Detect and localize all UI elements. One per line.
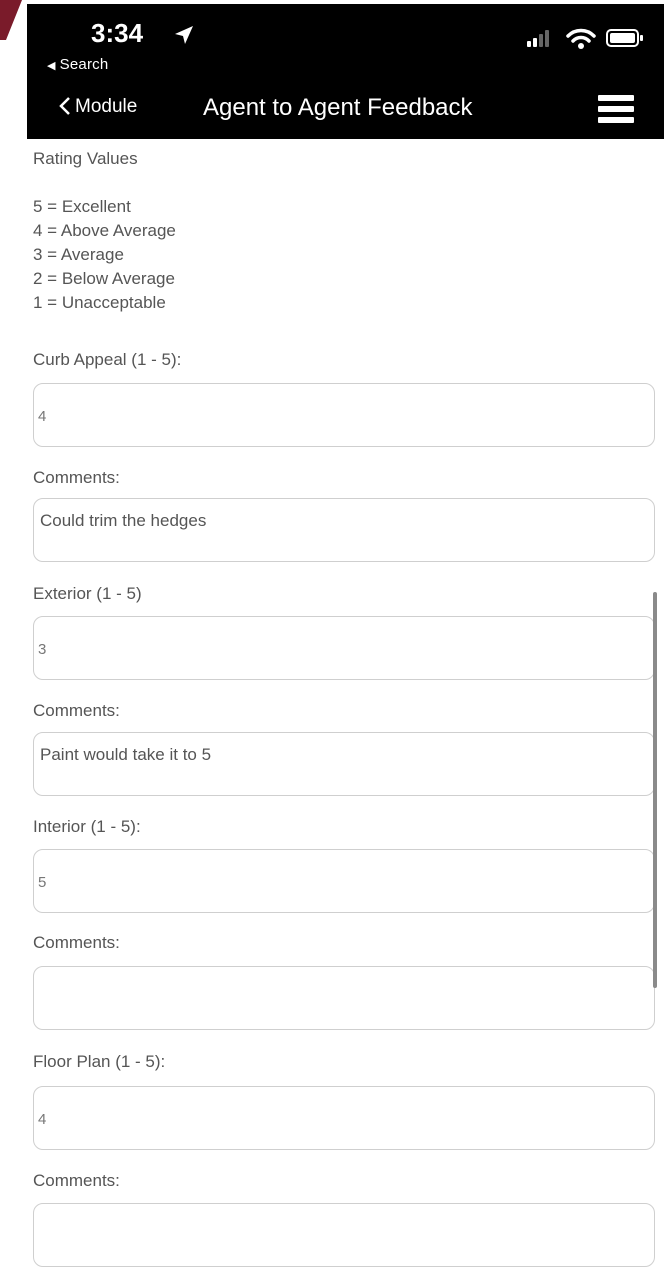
curb-appeal-input[interactable]: 4 <box>33 383 655 447</box>
rating-value-item: 3 = Average <box>33 245 124 264</box>
interior-label: Interior (1 - 5): <box>33 817 141 836</box>
location-arrow-icon <box>175 26 193 44</box>
back-to-app-link[interactable]: ◀ Search <box>47 56 108 73</box>
chevron-left-icon <box>59 97 70 115</box>
back-triangle-icon: ◀ <box>47 60 56 72</box>
wifi-icon <box>565 28 596 49</box>
cellular-signal-icon <box>527 30 550 47</box>
floor-plan-comments-label: Comments: <box>33 1171 120 1190</box>
floor-plan-comments-field[interactable] <box>33 1203 655 1267</box>
curb-appeal-label: Curb Appeal (1 - 5): <box>33 350 182 369</box>
curb-appeal-comments-field[interactable]: Could trim the hedges <box>33 498 655 562</box>
corner-accent <box>0 0 22 40</box>
page-title: Agent to Agent Feedback <box>203 94 473 121</box>
exterior-label: Exterior (1 - 5) <box>33 584 142 603</box>
interior-comments-label: Comments: <box>33 933 120 952</box>
module-back-label: Module <box>75 96 138 117</box>
curb-appeal-comments-label: Comments: <box>33 468 120 487</box>
module-back-button[interactable]: Module <box>59 96 137 118</box>
exterior-input[interactable]: 3 <box>33 616 655 680</box>
app-header: 3:34 ◀ Search Module Agent to Agent Feedb… <box>27 4 664 139</box>
interior-input[interactable]: 5 <box>33 849 655 913</box>
rating-value-item: 5 = Excellent <box>33 197 131 216</box>
floor-plan-label: Floor Plan (1 - 5): <box>33 1052 166 1071</box>
rating-value-item: 4 = Above Average <box>33 221 176 240</box>
rating-values-list: 5 = Excellent 4 = Above Average 3 = Aver… <box>33 195 657 315</box>
interior-comments-field[interactable] <box>33 966 655 1030</box>
status-time: 3:34 <box>91 18 144 48</box>
exterior-comments-label: Comments: <box>33 701 120 720</box>
exterior-comments-field[interactable]: Paint would take it to 5 <box>33 732 655 796</box>
status-icons <box>527 28 644 49</box>
floor-plan-input[interactable]: 4 <box>33 1086 655 1150</box>
back-to-app-label: Search <box>59 56 109 73</box>
scrollbar[interactable] <box>653 592 657 988</box>
rating-value-item: 1 = Unacceptable <box>33 293 166 312</box>
hamburger-menu-icon[interactable] <box>598 95 634 125</box>
rating-value-item: 2 = Below Average <box>33 269 175 288</box>
feedback-form: Rating Values 5 = Excellent 4 = Above Av… <box>33 139 657 1267</box>
battery-icon <box>606 29 643 47</box>
rating-values-title: Rating Values <box>33 149 138 168</box>
